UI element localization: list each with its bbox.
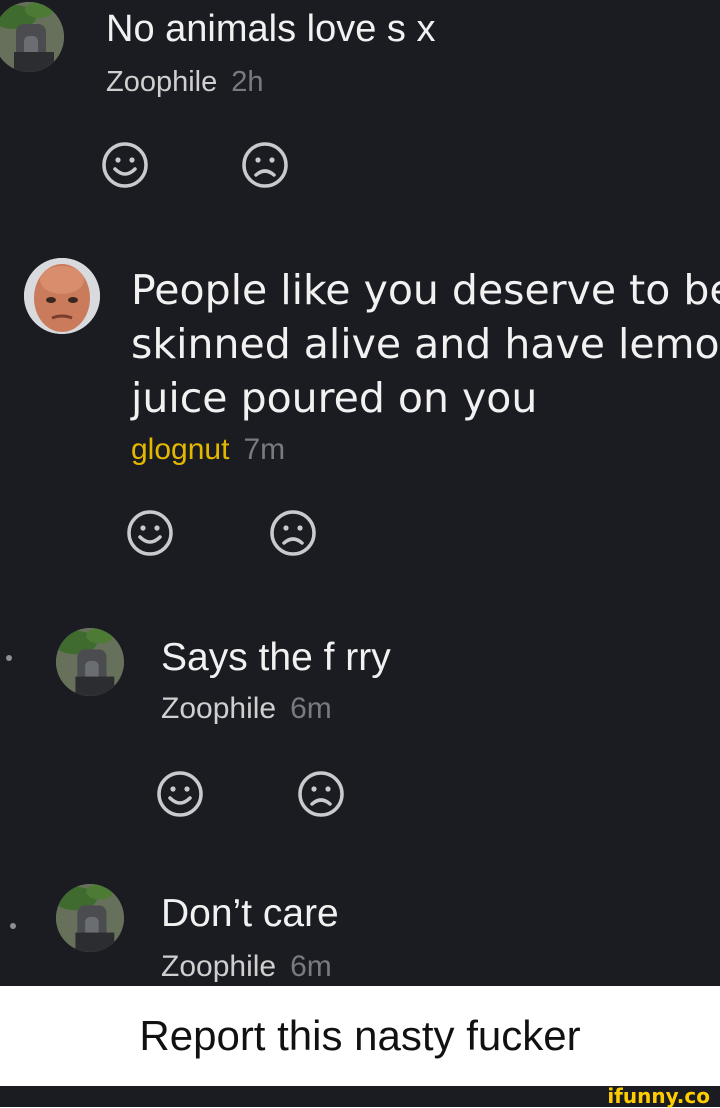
comment-text: Don’t care — [161, 892, 339, 935]
bald-man-avatar[interactable] — [24, 258, 100, 334]
comment-3: Says the f rry Zoophile 6m — [0, 600, 720, 840]
comment-time: 6m — [290, 692, 332, 725]
comment-meta: Zoophile 6m — [161, 692, 332, 726]
thread-dot — [6, 655, 12, 661]
comment-meta: glognut 7m — [131, 433, 285, 467]
smile-icon[interactable] — [125, 508, 175, 558]
donkey-avatar[interactable] — [56, 628, 124, 696]
thread-dot — [10, 923, 16, 929]
comment-text-line-3: juice poured on you — [131, 374, 538, 422]
comment-author[interactable]: Zoophile — [161, 692, 276, 725]
frown-icon[interactable] — [296, 769, 346, 819]
comment-text-line-1: People like you deserve to be — [131, 266, 720, 314]
comment-1: No animals love s x Zoophile 2h — [0, 0, 720, 220]
comment-text-line-2: skinned alive and have lemon — [131, 320, 720, 368]
comment-2: People like you deserve to be skinned al… — [0, 240, 720, 580]
donkey-avatar[interactable] — [56, 884, 124, 952]
meme-caption: Report this nasty fucker — [0, 986, 720, 1086]
smile-icon[interactable] — [100, 140, 150, 190]
comment-4: Don’t care Zoophile 6m — [0, 860, 720, 986]
comment-author[interactable]: Zoophile — [106, 66, 217, 98]
comment-author[interactable]: glognut — [131, 433, 229, 466]
comment-time: 2h — [231, 66, 264, 98]
comment-thread-screen: No animals love s x Zoophile 2h People l… — [0, 0, 720, 986]
comment-meta: Zoophile 6m — [161, 950, 332, 984]
frown-icon[interactable] — [240, 140, 290, 190]
comment-text: No animals love s x — [106, 8, 436, 50]
smile-icon[interactable] — [155, 769, 205, 819]
frown-icon[interactable] — [268, 508, 318, 558]
comment-author[interactable]: Zoophile — [161, 950, 276, 983]
comment-time: 7m — [243, 433, 286, 466]
donkey-avatar[interactable] — [0, 2, 64, 72]
ifunny-watermark: ifunny.co — [607, 1084, 710, 1108]
comment-time: 6m — [290, 950, 332, 983]
comment-meta: Zoophile 2h — [106, 66, 264, 99]
comment-text: Says the f rry — [161, 636, 391, 679]
